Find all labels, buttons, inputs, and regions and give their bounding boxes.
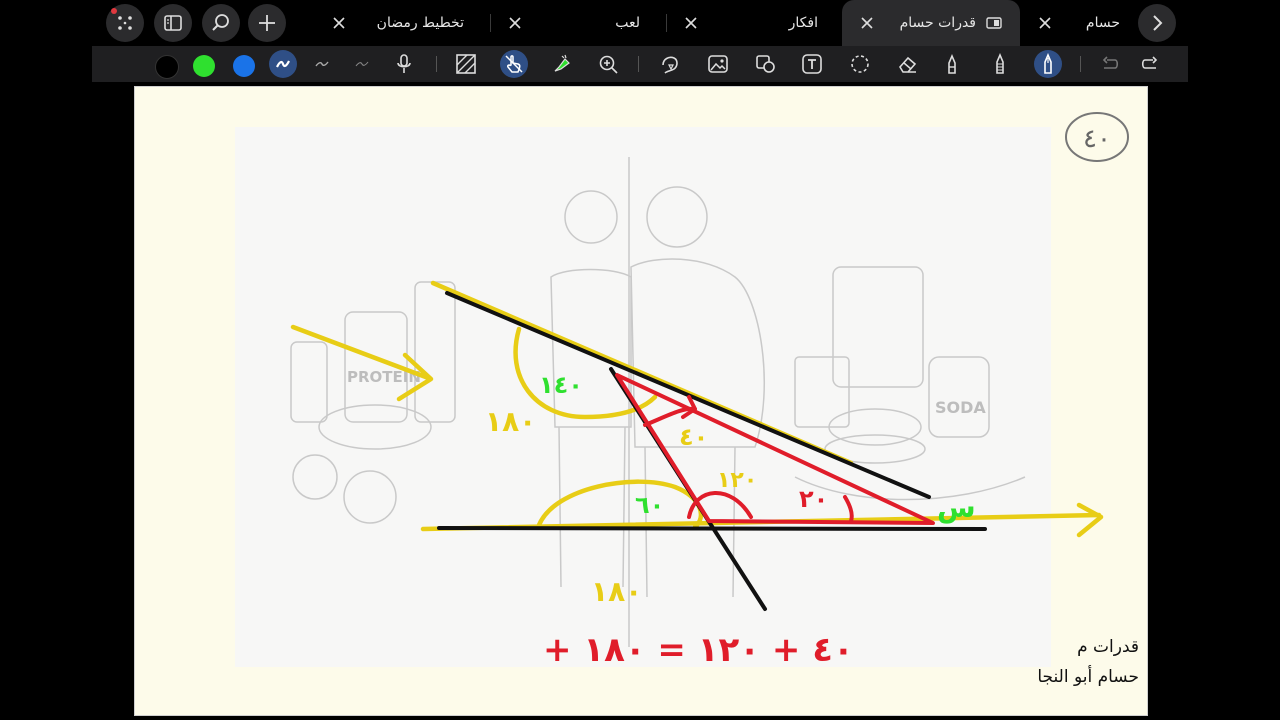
hand-pointer-icon — [505, 55, 523, 73]
close-icon[interactable] — [860, 16, 874, 30]
search-icon — [212, 14, 229, 31]
yellow-arrow-left — [290, 324, 434, 402]
drawing-toolbar — [92, 46, 1188, 82]
microphone-button[interactable] — [390, 50, 418, 78]
black-line-top — [445, 291, 931, 499]
stroke-width-thick-button[interactable] — [269, 50, 297, 78]
lasso-select-button[interactable] — [846, 50, 874, 78]
angle-180-left-label: ١٨٠ — [485, 405, 536, 438]
marker-icon — [948, 53, 956, 74]
toolbar-divider — [436, 56, 437, 72]
footer-course-title: قدرات م — [1077, 637, 1139, 657]
redo-icon — [1141, 56, 1158, 69]
plus-icon — [259, 15, 275, 31]
hatch-pattern-icon — [456, 54, 476, 74]
close-icon[interactable] — [508, 16, 522, 30]
red-arc-20 — [843, 495, 854, 523]
page-number-badge: ٤٠ — [1065, 112, 1129, 162]
undo-icon — [1102, 56, 1119, 69]
tab-ramadan-planning[interactable]: تخطيط رمضان — [320, 0, 490, 46]
stroke-medium-icon — [315, 61, 329, 67]
highlighter-select-button[interactable] — [548, 50, 576, 78]
color-black-swatch[interactable] — [155, 55, 179, 79]
angle-20-label: ٢٠ — [799, 485, 828, 513]
tab-hossam[interactable]: حسام — [1026, 0, 1132, 46]
highlighter-tool-button[interactable] — [938, 50, 966, 78]
tab-label: حسام — [1085, 15, 1120, 31]
toolbar-divider — [638, 56, 639, 72]
zoom-in-icon — [599, 55, 618, 74]
angle-120-label: ١٢٠ — [717, 468, 757, 493]
footer-author: حسام أبو النجا — [1037, 667, 1139, 687]
tab-label: لعب — [615, 15, 640, 31]
notebook-page[interactable]: PROTEIN SODA ١٤٠ ١٨٠ ٤٠ ١٢٠ ٦٠ ٢٠ س ١٨٠ … — [134, 86, 1148, 716]
lasso-shape-button[interactable] — [656, 50, 684, 78]
text-tool-button[interactable] — [798, 50, 826, 78]
insert-shape-button[interactable] — [752, 50, 780, 78]
variable-s-label: س — [937, 491, 976, 524]
new-tab-button[interactable] — [248, 4, 286, 42]
search-button[interactable] — [202, 4, 240, 42]
tab-bar: تخطيط رمضان لعب افكار قدرات حسام حسام — [0, 0, 1280, 46]
close-icon[interactable] — [332, 16, 346, 30]
handwriting-layer: ١٤٠ ١٨٠ ٤٠ ١٢٠ ٦٠ ٢٠ س ١٨٠ + ٤٠ + ١٢٠ = … — [290, 280, 1104, 670]
tab-label: تخطيط رمضان — [376, 15, 464, 31]
shape-lasso-icon — [662, 56, 678, 74]
close-icon[interactable] — [684, 16, 698, 30]
sidebar-icon — [164, 15, 182, 31]
chevron-right-icon — [1153, 15, 1163, 31]
back-button[interactable] — [1138, 4, 1176, 42]
touch-draw-toggle[interactable] — [500, 50, 528, 78]
notebook-icon — [986, 17, 1002, 29]
redo-button[interactable] — [1136, 50, 1164, 78]
tab-divider — [666, 14, 667, 32]
angle-140-label: ١٤٠ — [539, 371, 583, 399]
page-number: ٤٠ — [1083, 124, 1111, 154]
notification-dot — [111, 8, 117, 14]
microphone-icon — [397, 54, 411, 73]
stroke-width-thin-button[interactable] — [348, 50, 376, 78]
tab-divider — [490, 14, 491, 32]
undo-button[interactable] — [1096, 50, 1124, 78]
equation-label: + ٤٠ + ١٢٠ = ١٨٠ — [543, 630, 854, 670]
grid-dots-icon — [118, 16, 132, 30]
tab-label: قدرات حسام — [899, 15, 976, 31]
color-green-swatch[interactable] — [193, 55, 215, 77]
tab-ideas[interactable]: افكار — [672, 0, 838, 46]
close-icon[interactable] — [1038, 16, 1052, 30]
fountain-pen-icon — [1044, 53, 1052, 74]
angle-180-bottom-label: ١٨٠ — [591, 575, 642, 608]
stroke-width-medium-button[interactable] — [308, 50, 336, 78]
red-triangle — [615, 373, 935, 525]
angle-40-top-label: ٤٠ — [679, 423, 708, 451]
zoom-button[interactable] — [594, 50, 622, 78]
yellow-arc-60 — [536, 479, 704, 530]
angle-60-label: ٦٠ — [635, 491, 664, 519]
pen-tool-button[interactable] — [1034, 50, 1062, 78]
tab-games[interactable]: لعب — [496, 0, 666, 46]
image-icon — [708, 55, 728, 73]
eraser-button[interactable] — [894, 50, 922, 78]
dashed-circle-icon — [851, 55, 869, 73]
pencil-tool-button[interactable] — [986, 50, 1014, 78]
sidebar-toggle-button[interactable] — [154, 4, 192, 42]
insert-image-button[interactable] — [704, 50, 732, 78]
stroke-thin-icon — [355, 61, 369, 67]
shapes-icon — [756, 55, 775, 73]
pencil-icon — [996, 53, 1004, 74]
tab-label: افكار — [788, 15, 818, 31]
eraser-icon — [899, 56, 917, 73]
tab-hossam-abilities[interactable]: قدرات حسام — [842, 0, 1020, 46]
toolbar-divider — [1080, 56, 1081, 72]
paper-pattern-button[interactable] — [452, 50, 480, 78]
stroke-thick-icon — [276, 60, 290, 68]
text-box-icon — [802, 54, 822, 74]
color-blue-swatch[interactable] — [233, 55, 255, 77]
highlighter-icon — [554, 54, 570, 72]
